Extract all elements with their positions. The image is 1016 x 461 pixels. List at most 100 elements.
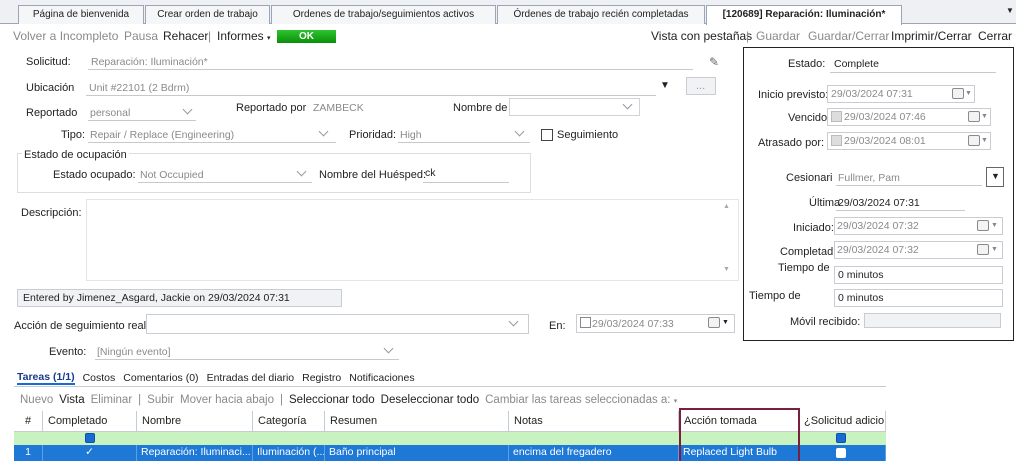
cesionario-label: Cesionari [786,172,833,184]
rehacer-button[interactable]: Rehacer [163,29,208,43]
ok-button[interactable]: OK [277,30,336,43]
nombre-de-select[interactable] [509,98,640,116]
atrasado-checkbox[interactable] [831,135,842,146]
tab-overflow-icon[interactable]: ▼ [1006,6,1014,15]
estado-ocupado-select[interactable]: Not Occupied [140,169,204,181]
tab-reparacion-iluminacion[interactable]: [120689] Reparación: Iluminación* [706,5,902,25]
row-solicitud-checkbox[interactable] [836,448,846,458]
cerrar-button[interactable]: Cerrar [978,29,1012,43]
calendar-icon[interactable] [968,111,980,122]
cambiar-tareas-label: Cambiar las tareas seleccionadas a: [485,394,671,406]
accion-select[interactable] [146,314,529,334]
ultima-label: Última [809,197,841,209]
huesped-field[interactable]: ck [425,167,436,179]
prioridad-select[interactable]: High [400,129,422,141]
chevron-down-icon[interactable]: ▼ [991,222,998,229]
column-header-solicitud-adicional[interactable]: ¿Solicitud adicio [799,411,886,432]
eliminar-button[interactable]: Eliminar [91,394,133,406]
chevron-down-icon[interactable]: ▼ [991,246,998,253]
nuevo-button[interactable]: Nuevo [20,394,53,406]
chevron-down-icon[interactable]: ▼ [981,113,988,120]
column-header-notas[interactable]: Notas [509,411,679,432]
vista-button[interactable]: Vista [59,394,84,406]
column-header-number[interactable]: # [14,411,43,432]
inicio-value: 29/03/2024 07:31 [831,88,913,100]
mover-abajo-button[interactable]: Mover hacia abajo [180,394,274,406]
new-row-completado-checkbox[interactable] [85,433,95,443]
volver-incompleto-button[interactable]: Volver a Incompleto [13,29,118,43]
cesionario-dropdown[interactable]: ▼ [986,167,1004,187]
huesped-label: Nombre del Huésped: [319,169,427,181]
ubicacion-browse-button[interactable]: ... [686,77,716,95]
calendar-icon[interactable] [977,244,989,255]
tab-tareas[interactable]: Tareas (1/1) [17,371,75,385]
calendar-icon[interactable] [708,317,720,328]
reportado-por-field[interactable]: ZAMBECK [313,102,364,114]
toolbar: Volver a Incompleto Pausa Rehacer | Info… [13,29,1013,43]
pencil-icon[interactable]: ✎ [709,55,719,69]
calendar-icon[interactable] [968,135,980,146]
tab-costos[interactable]: Costos [83,372,116,384]
calendar-icon[interactable] [977,220,989,231]
scroll-down-icon[interactable]: ▼ [723,266,730,273]
seguimiento-checkbox[interactable] [541,129,553,141]
scroll-up-icon[interactable]: ▲ [723,203,730,210]
tab-ordenes-completadas[interactable]: Órdenes de trabajo recién completadas [497,5,705,24]
cell-number: 1 [14,445,43,461]
tab-bienvenida[interactable]: Página de bienvenida [18,5,144,24]
tab-comentarios[interactable]: Comentarios (0) [123,372,198,384]
tab-crear-orden[interactable]: Crear orden de trabajo [145,5,270,24]
tab-entradas-diario[interactable]: Entradas del diario [207,372,295,384]
seleccionar-todo-button[interactable]: Seleccionar todo [289,394,375,406]
reportado-select[interactable]: personal [90,107,130,119]
chevron-down-icon[interactable]: ▼ [965,90,972,97]
informes-button[interactable]: Informes ▾ [217,29,271,43]
new-row-solicitud-checkbox[interactable] [836,433,846,443]
tab-registro[interactable]: Registro [302,372,341,384]
descripcion-textarea[interactable] [86,199,739,281]
en-checkbox[interactable] [580,317,591,328]
tasks-grid: # Completado Nombre Categoría Resumen No… [14,408,886,461]
en-value: 29/03/2024 07:33 [592,318,674,330]
tiempo2-value: 0 minutos [838,292,884,304]
cesionario-value[interactable]: Fullmer, Pam [838,172,900,184]
column-header-completado[interactable]: Completado [43,411,137,432]
movil-field[interactable] [864,313,1001,328]
chevron-down-icon[interactable]: ▼ [722,319,729,326]
column-header-categoria[interactable]: Categoría [253,411,325,432]
evento-label: Evento: [49,346,87,358]
prioridad-label: Prioridad: [349,129,397,141]
tipo-select[interactable]: Repair / Replace (Engineering) [90,129,234,141]
evento-select[interactable]: [Ningún evento] [97,346,171,358]
atrasado-label: Atrasado por: [758,137,825,149]
estado-value: Complete [834,58,879,70]
cambiar-tareas-button[interactable]: Cambiar las tareas seleccionadas a: ▾ [485,394,677,406]
column-header-resumen[interactable]: Resumen [325,411,509,432]
vista-pestanas-button[interactable]: Vista con pestañas [651,29,752,43]
ubicacion-dropdown-icon[interactable]: ▼ [660,80,670,91]
guardar-button[interactable]: Guardar [756,29,800,43]
column-header-nombre[interactable]: Nombre [137,411,253,432]
cell-nombre: Reparación: Iluminaci... [137,445,253,461]
completad-value: 29/03/2024 07:32 [837,244,919,256]
subir-button[interactable]: Subir [147,394,174,406]
subtab-bar: Tareas (1/1) Costos Comentarios (0) Entr… [17,371,415,385]
pausa-button[interactable]: Pausa [124,29,158,43]
guardar-cerrar-button[interactable]: Guardar/Cerrar [808,29,889,43]
chevron-down-icon[interactable]: ▼ [981,137,988,144]
calendar-icon[interactable] [952,88,964,99]
ubicacion-field[interactable]: Unit #22101 (2 Bdrm) [89,82,189,94]
accion-label: Acción de seguimiento realiz [14,320,155,332]
cell-notas: encima del fregadero [509,445,679,461]
informes-label: Informes [217,29,264,43]
cell-completado-check[interactable]: ✓ [43,445,137,461]
vencido-checkbox[interactable] [831,111,842,122]
solicitud-field[interactable]: Reparación: Iluminación* [91,56,208,68]
iniciado-label: Iniciado: [793,222,834,234]
deseleccionar-todo-button[interactable]: Deseleccionar todo [381,394,479,406]
imprimir-cerrar-button[interactable]: Imprimir/Cerrar [891,29,972,43]
tiempo2-label: Tiempo de [749,290,801,302]
tipo-label: Tipo: [61,129,86,141]
tab-notificaciones[interactable]: Notificaciones [349,372,414,384]
tab-ordenes-activos[interactable]: Ordenes de trabajo/seguimientos activos [271,5,496,24]
